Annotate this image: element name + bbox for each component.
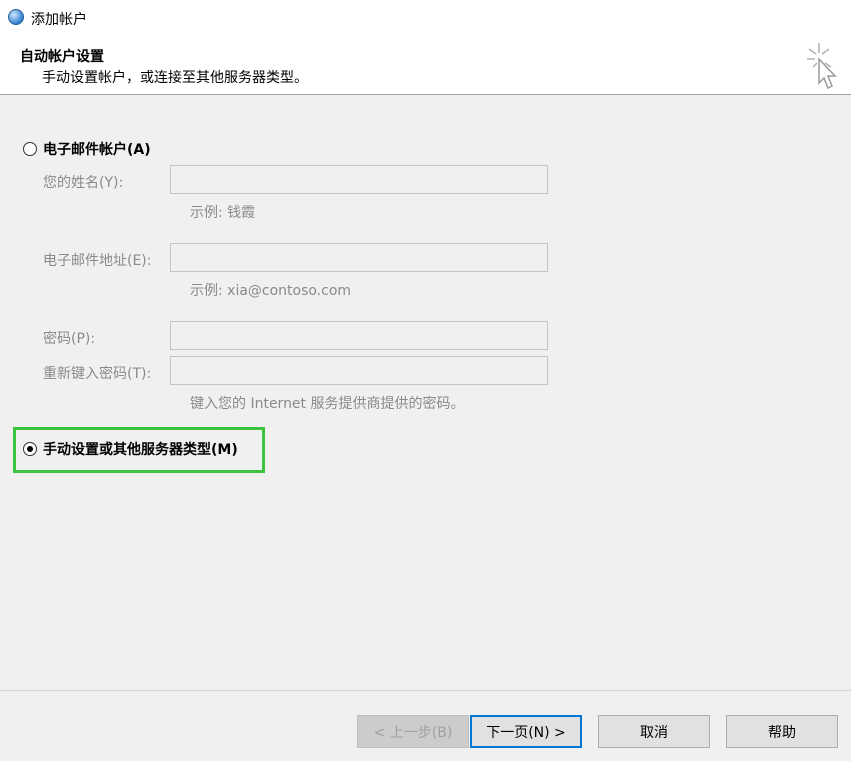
footer-divider [0, 690, 851, 691]
help-button[interactable]: 帮助 [726, 715, 838, 748]
retype-password-label: 重新键入密码(T): [43, 366, 152, 382]
password-input[interactable] [170, 321, 548, 350]
title-bar: 添加帐户 [0, 0, 851, 36]
email-input[interactable] [170, 243, 548, 272]
radio-manual-setup[interactable]: 手动设置或其他服务器类型(M) [23, 439, 238, 459]
wizard-header: 自动帐户设置 手动设置帐户，或连接至其他服务器类型。 [0, 36, 851, 95]
name-label: 您的姓名(Y): [43, 175, 124, 191]
radio-email-account-button[interactable] [23, 142, 37, 156]
name-input[interactable] [170, 165, 548, 194]
email-hint: 示例: xia@contoso.com [190, 283, 352, 299]
radio-email-account[interactable]: 电子邮件帐户(A) [23, 139, 151, 159]
next-button[interactable]: 下一页(N) > [470, 715, 582, 748]
password-label: 密码(P): [43, 331, 96, 347]
retype-password-input[interactable] [170, 356, 548, 385]
window-title: 添加帐户 [31, 12, 87, 28]
page-title: 自动帐户设置 [20, 49, 104, 65]
page-subtitle: 手动设置帐户，或连接至其他服务器类型。 [42, 70, 308, 86]
radio-manual-setup-label: 手动设置或其他服务器类型(M) [43, 442, 238, 458]
email-label: 电子邮件地址(E): [43, 253, 152, 269]
radio-manual-setup-button[interactable] [23, 442, 37, 456]
name-hint: 示例: 钱霞 [190, 205, 256, 221]
radio-email-account-label: 电子邮件帐户(A) [43, 142, 151, 158]
back-button[interactable]: < 上一步(B) [357, 715, 469, 748]
password-hint: 键入您的 Internet 服务提供商提供的密码。 [190, 396, 465, 412]
wizard-cursor-icon [807, 43, 837, 90]
cancel-button[interactable]: 取消 [598, 715, 710, 748]
outlook-app-icon [8, 9, 24, 25]
